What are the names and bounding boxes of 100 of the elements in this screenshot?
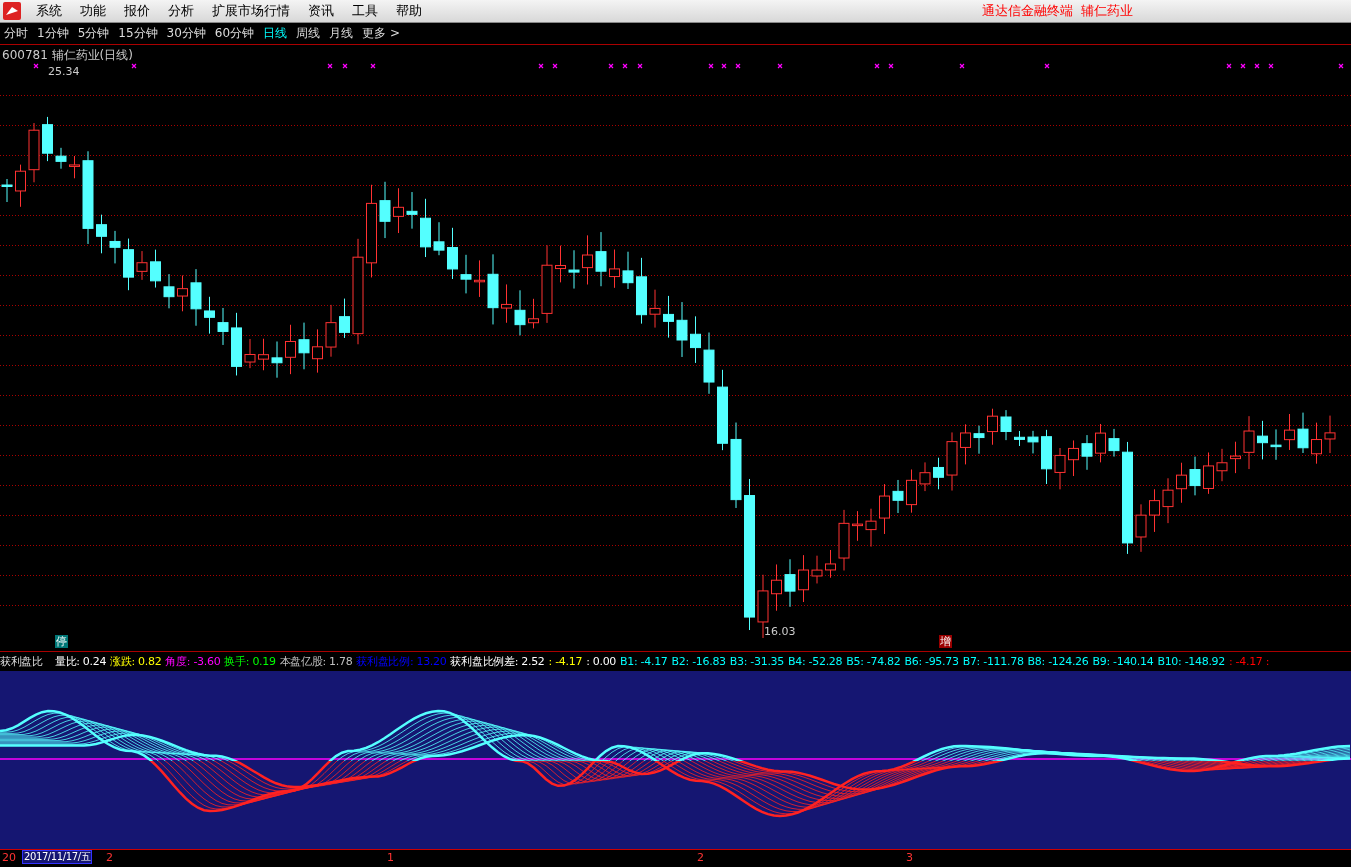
candlestick [1176,462,1187,504]
candlestick [231,312,242,376]
candlestick [528,298,539,329]
candlestick [622,251,634,290]
candlestick [433,221,445,256]
indicator-value: : -4.17 [548,655,583,668]
candlestick [811,555,823,584]
period-tab[interactable]: 60分钟 [214,25,255,42]
candlestick [96,214,107,254]
indicator-value: B3: -31.35 [729,655,784,668]
candlestick [609,249,620,289]
candlestick [1297,412,1309,454]
window-title: 辅仁药业 [1081,2,1133,20]
axis-label: 2 [106,851,113,864]
indicator-value: 获利盘比例: 13.20 [356,654,447,669]
candlestick [555,245,566,283]
candlestick [1149,488,1160,533]
candlestick [1243,415,1255,470]
menu-item[interactable]: 工具 [343,2,387,20]
candlestick [55,147,67,170]
axis-label: 1 [387,851,394,864]
indicator-value: 换手: 0.19 [224,654,276,669]
candlestick [1014,430,1025,447]
candlestick [393,187,404,234]
candlestick [501,283,512,324]
period-tab[interactable]: 周线 [296,25,321,42]
candlestick [136,250,148,281]
candlestick [1,178,13,203]
indicator-value: B6: -95.73 [904,655,959,668]
high-price-label: 25.34 [48,65,80,78]
candlestick [636,257,647,325]
candlestick [852,510,863,542]
candlestick [325,304,337,358]
indicator-value: B10: -148.92 [1157,655,1225,668]
period-tab[interactable]: 1分钟 [37,25,69,42]
indicator-value: 涨跌: 0.82 [110,654,162,669]
candlestick [177,274,188,312]
indicator-value: B2: -16.83 [671,655,726,668]
period-tab[interactable]: 更多 > [362,25,400,42]
candlestick [946,431,958,492]
candlestick [1311,422,1322,465]
candlestick [933,457,944,490]
menu-item[interactable]: 报价 [115,2,159,20]
candlestick [271,341,283,379]
period-tab[interactable]: 5分钟 [77,25,110,42]
menu-item[interactable]: 扩展市场行情 [203,2,299,20]
candlestick [285,324,296,375]
period-tab[interactable]: 月线 [329,25,354,42]
menu-item[interactable]: 功能 [71,2,115,20]
candlestick [109,230,121,264]
candlestick [420,198,431,258]
candlestick [379,181,391,239]
candlestick [1135,503,1147,553]
indicator-value: : 0.00 [586,655,617,668]
candlestick [28,122,40,183]
candlestick [1216,448,1228,482]
stock-title: 600781 辅仁药业(日线) [2,47,133,64]
candlestick [1203,452,1214,495]
candlestick [406,191,418,230]
candlestick [1270,428,1282,461]
menu-item[interactable]: 资讯 [299,2,343,20]
period-tab[interactable]: 15分钟 [118,25,158,42]
candlestick [1095,423,1106,463]
candlestick [69,155,80,179]
app-logo-icon [3,2,21,20]
candlestick [1041,429,1052,485]
candlestick [204,296,215,335]
candlestick [879,483,890,535]
candlestick [190,268,202,327]
candlestick [919,461,931,492]
period-tab[interactable]: 分时 [4,25,28,42]
period-tab[interactable]: 30分钟 [166,25,206,42]
candlestick [987,408,998,446]
candlestick [1230,441,1241,474]
candlestick [1027,430,1039,454]
indicator-value: B1: -4.17 [620,655,668,668]
indicator-value: 角度: -3.60 [165,654,221,669]
candlestick [690,315,701,364]
indicator-value: 本盘亿股: 1.78 [279,654,353,669]
candlestick [298,322,310,370]
indicator-name: 获利盘比 [0,654,43,669]
candlestick [676,301,688,358]
candlestick [447,227,458,280]
candlestick [1284,413,1295,451]
indicator-value: : -4.17 : [1229,655,1270,668]
menu-item[interactable]: 分析 [159,2,203,20]
period-tab[interactable]: 日线 [263,25,288,42]
candlestick [798,554,809,603]
menu-item[interactable]: 帮助 [387,2,431,20]
candlestick [217,307,229,346]
candlestick [42,116,53,162]
candlestick [838,509,850,572]
candlestick [892,479,904,514]
indicator-value: B4: -52.28 [788,655,843,668]
candlestick [15,164,26,208]
candlestick [595,231,607,287]
menu-item[interactable]: 系统 [27,2,71,20]
candlestick [1108,428,1120,458]
candlestick [582,234,593,285]
candlestick [663,295,674,339]
